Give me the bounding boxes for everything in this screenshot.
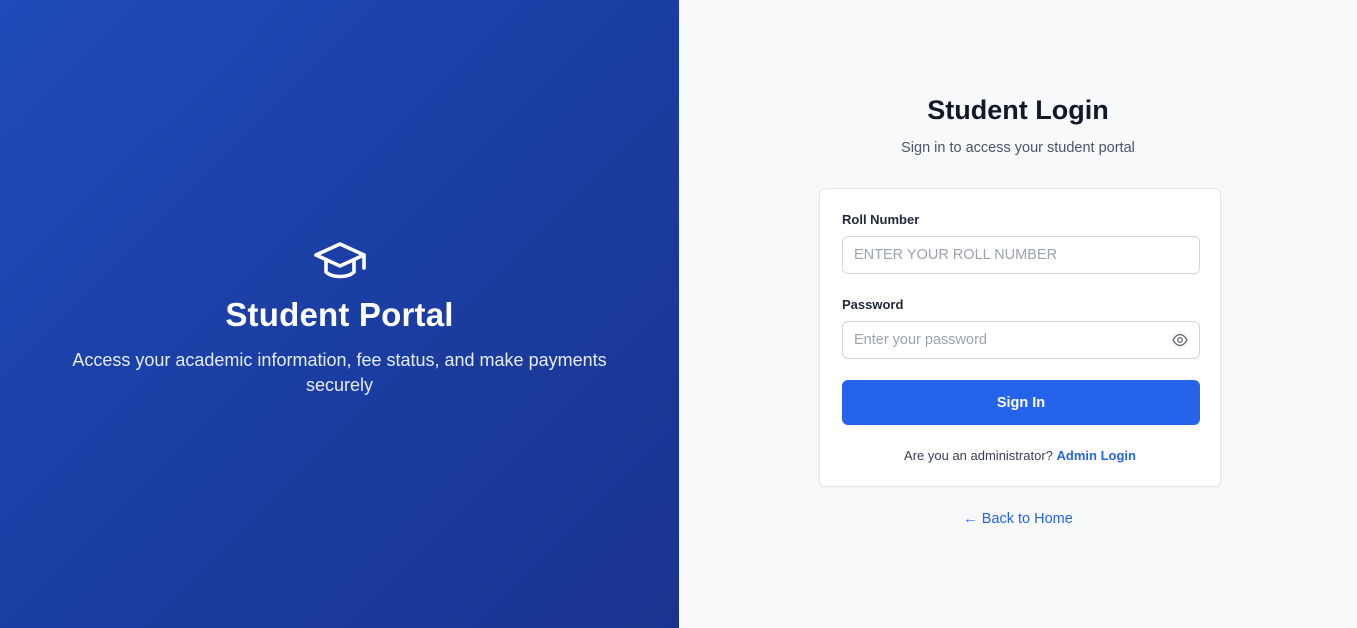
login-panel: Student Login Sign in to access your stu… [679,0,1357,628]
hero-panel: Student Portal Access your academic info… [0,0,679,628]
admin-prompt-line: Are you an administrator? Admin Login [820,448,1220,463]
roll-number-label: Roll Number [842,212,920,227]
hero-title: Student Portal [225,296,454,333]
login-subtitle: Sign in to access your student portal [901,140,1135,156]
eye-icon[interactable] [1172,333,1188,347]
sign-in-button[interactable]: Sign In [842,380,1200,425]
password-label: Password [842,297,904,312]
hero-subtitle: Access your academic information, fee st… [72,350,607,395]
graduation-cap-icon [313,242,366,279]
back-to-home-link[interactable]: ← Back to Home [963,511,1073,527]
password-input[interactable] [842,321,1200,359]
admin-prompt-text: Are you an administrator? [904,448,1053,463]
admin-login-link[interactable]: Admin Login [1057,448,1136,463]
roll-number-input[interactable] [842,236,1200,274]
login-title: Student Login [927,95,1109,125]
back-home-container: ← Back to Home [679,511,1357,527]
login-card: Roll Number Password Sign In Are you an … [819,188,1221,487]
page: Student Portal Access your academic info… [0,0,1357,628]
